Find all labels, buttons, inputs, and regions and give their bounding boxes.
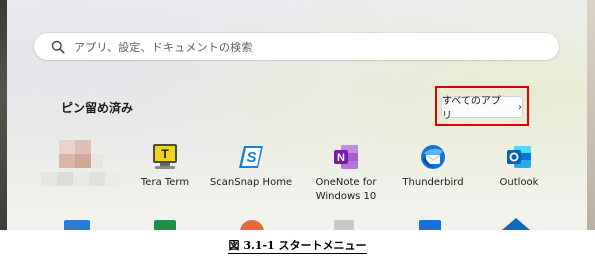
search-icon xyxy=(51,40,65,54)
app-label: OneNote for xyxy=(315,177,377,188)
search-placeholder: アプリ、設定、ドキュメントの検索 xyxy=(74,40,253,54)
figure-caption-area: 図 3.1-1 スタートメニュー xyxy=(0,230,595,258)
app-label: Tera Term xyxy=(140,177,190,188)
app-outlook[interactable]: Outlook xyxy=(471,142,567,190)
onenote-icon: N xyxy=(334,145,358,169)
app-tile-partial[interactable] xyxy=(150,214,180,230)
svg-text:N: N xyxy=(337,152,345,164)
outlook-icon xyxy=(507,146,531,168)
app-tile-partial[interactable] xyxy=(237,214,267,230)
app-tera-term[interactable]: T Tera Term xyxy=(117,142,213,190)
svg-text:S: S xyxy=(246,149,256,166)
search-input[interactable]: アプリ、設定、ドキュメントの検索 xyxy=(34,33,559,60)
figure-caption-text: 図 3.1-1 スタートメニュー xyxy=(228,239,367,254)
app-label: ScanSnap Home xyxy=(209,177,293,188)
app-scansnap-home[interactable]: S ScanSnap Home xyxy=(203,142,299,190)
app-tile-partial[interactable] xyxy=(501,214,531,230)
app-tile-partial[interactable] xyxy=(415,214,445,230)
app-label: Outlook xyxy=(499,177,539,188)
app-tile-partial[interactable] xyxy=(329,214,359,230)
start-menu: アプリ、設定、ドキュメントの検索 ピン留め済み すべてのアプリ › T Tera… xyxy=(7,0,587,230)
app-label-line2: Windows 10 xyxy=(315,191,377,202)
screenshot-stage: アプリ、設定、ドキュメントの検索 ピン留め済み すべてのアプリ › T Tera… xyxy=(0,0,595,258)
pinned-section-title: ピン留め済み xyxy=(61,101,134,115)
app-tile-partial[interactable] xyxy=(62,214,92,230)
figure-caption: 図 3.1-1 スタートメニュー xyxy=(0,237,595,254)
app-thunderbird[interactable]: Thunderbird xyxy=(385,142,481,190)
scansnap-icon: S xyxy=(239,146,263,168)
app-onenote[interactable]: N OneNote for Windows 10 xyxy=(298,142,394,204)
annotation-highlight-box xyxy=(435,86,529,126)
app-label: Thunderbird xyxy=(402,177,464,188)
tera-term-icon: T xyxy=(153,144,177,169)
thunderbird-icon xyxy=(421,145,445,169)
svg-text:T: T xyxy=(161,147,169,161)
